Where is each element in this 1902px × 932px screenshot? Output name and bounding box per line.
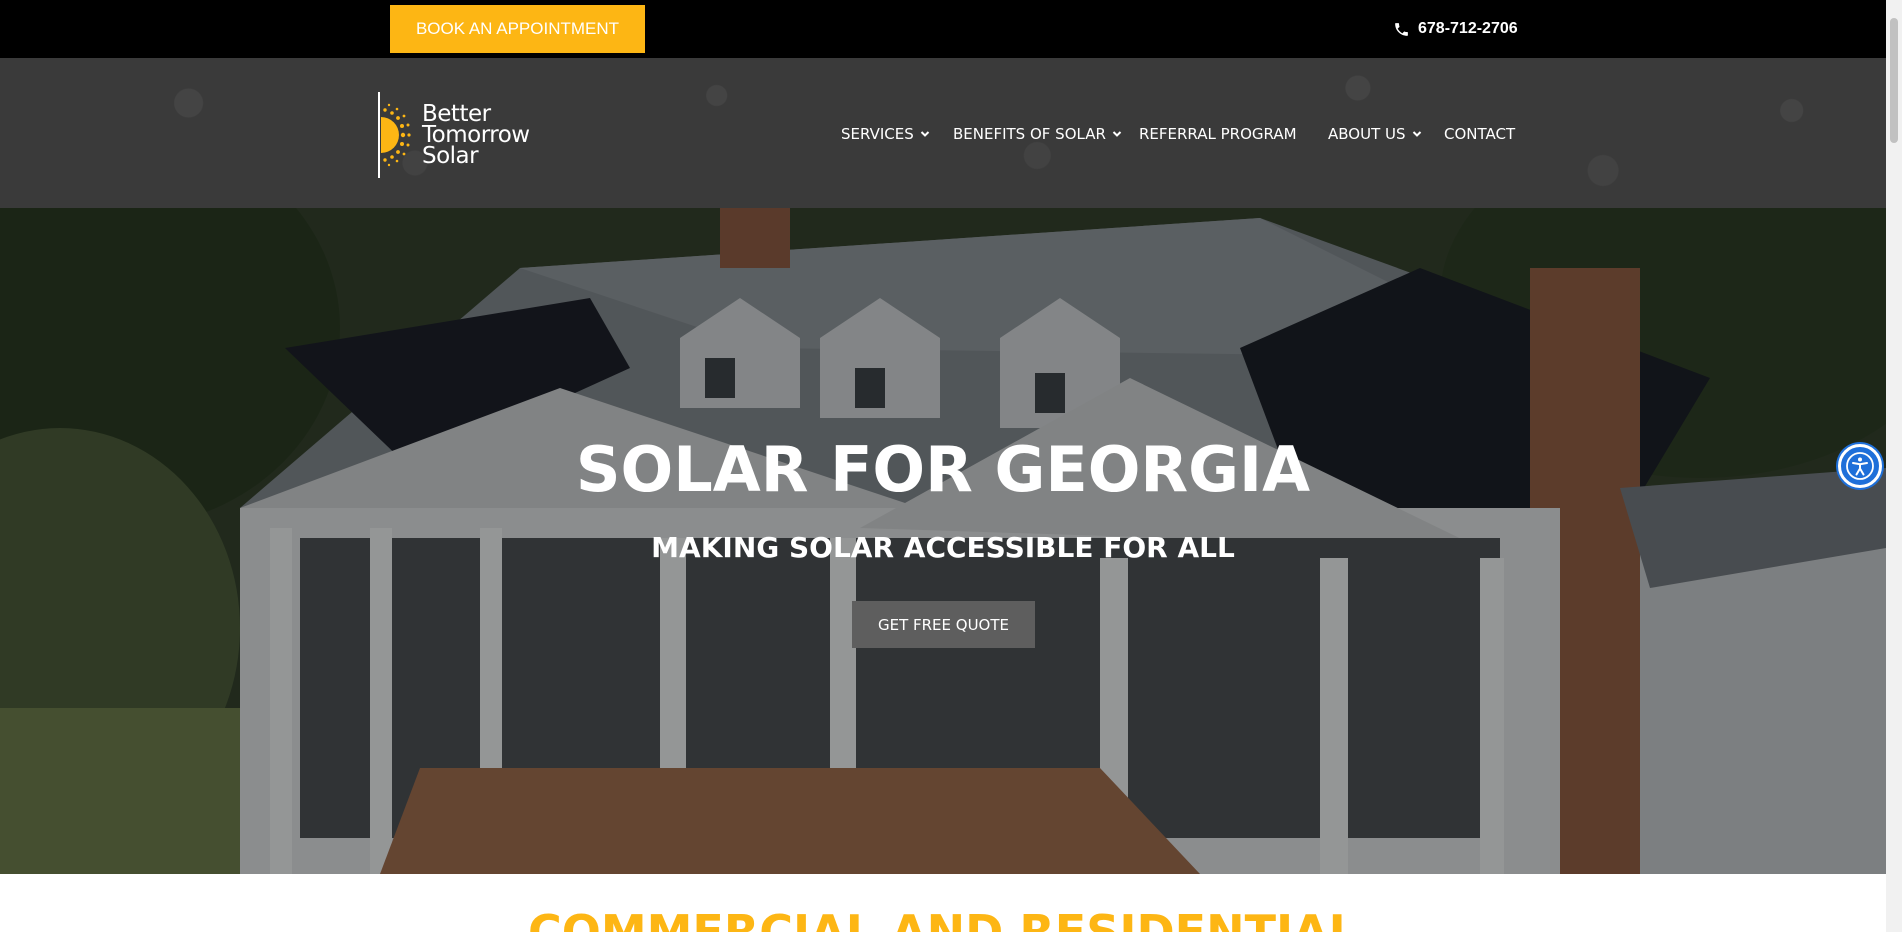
nav-services[interactable]: SERVICES	[841, 122, 930, 146]
nav-about-label: ABOUT US	[1328, 125, 1406, 143]
hero-title: SOLAR FOR GEORGIA	[575, 433, 1311, 506]
nav-referral-label: REFERRAL PROGRAM	[1139, 125, 1297, 143]
book-appointment-button[interactable]: BOOK AN APPOINTMENT	[390, 5, 645, 53]
logo-line-3: Solar	[422, 142, 479, 169]
scrollbar-thumb[interactable]	[1890, 18, 1898, 143]
nav-contact[interactable]: CONTACT	[1444, 122, 1515, 146]
phone-link[interactable]: 678-712-2706	[1393, 17, 1518, 41]
page-scrollbar[interactable]	[1886, 0, 1902, 932]
sun-logo-icon	[378, 92, 411, 178]
get-free-quote-button[interactable]: GET FREE QUOTE	[852, 601, 1035, 648]
hero-subtitle: MAKING SOLAR ACCESSIBLE FOR ALL	[651, 531, 1235, 564]
chevron-down-icon	[1112, 131, 1122, 137]
section-title: COMMERCIAL AND RESIDENTIAL	[528, 905, 1358, 932]
phone-icon	[1395, 22, 1408, 36]
site-header: Better Tomorrow Solar SERVICES BENEFITS …	[0, 58, 1886, 208]
logo-wordmark: Better Tomorrow Solar	[422, 102, 530, 169]
nav-benefits-label: BENEFITS OF SOLAR	[953, 125, 1106, 143]
nav-contact-label: CONTACT	[1444, 125, 1516, 143]
nav-about-us[interactable]: ABOUT US	[1328, 122, 1422, 146]
nav-services-label: SERVICES	[841, 125, 914, 143]
site-logo[interactable]: Better Tomorrow Solar	[378, 92, 538, 178]
chevron-down-icon	[1412, 131, 1421, 137]
nav-referral-program[interactable]: REFERRAL PROGRAM	[1139, 122, 1297, 146]
chevron-down-icon	[920, 131, 929, 137]
nav-benefits-of-solar[interactable]: BENEFITS OF SOLAR	[953, 122, 1122, 146]
accessibility-button[interactable]	[1838, 444, 1882, 488]
phone-number: 678-712-2706	[1418, 20, 1518, 37]
top-bar: BOOK AN APPOINTMENT 678-712-2706	[0, 0, 1886, 58]
accessibility-icon	[1846, 452, 1874, 480]
hero-section: SOLAR FOR GEORGIA MAKING SOLAR ACCESSIBL…	[0, 208, 1886, 874]
